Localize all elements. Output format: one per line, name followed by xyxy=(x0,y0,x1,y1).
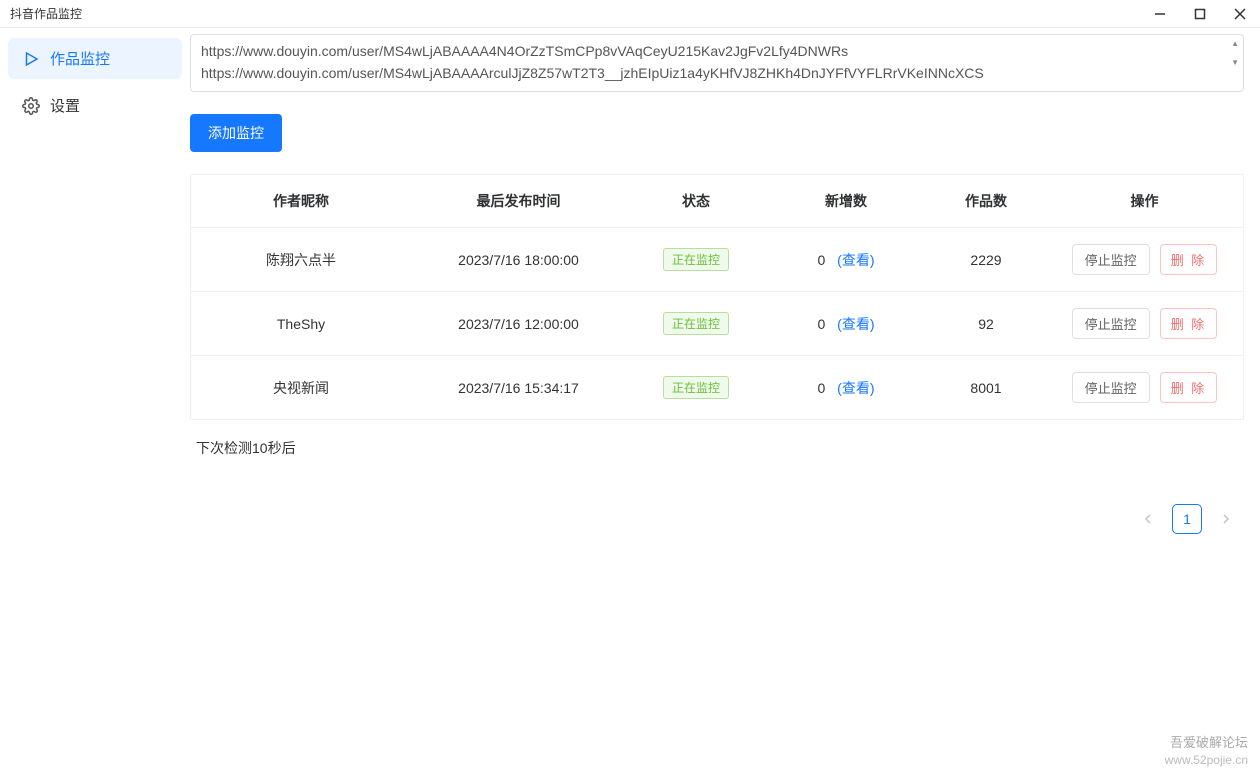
pager-page-current[interactable]: 1 xyxy=(1172,504,1202,534)
cell-status: 正在监控 xyxy=(626,292,766,355)
watermark-line1: 吾爱破解论坛 xyxy=(1165,734,1248,752)
cell-name: 陈翔六点半 xyxy=(191,228,411,291)
cell-new: 0 (查看) xyxy=(766,292,926,355)
pagination: 1 xyxy=(190,504,1244,534)
pager-prev[interactable] xyxy=(1138,511,1158,527)
cell-works: 2229 xyxy=(926,228,1046,291)
sidebar-item-monitor[interactable]: 作品监控 xyxy=(8,38,182,79)
status-badge: 正在监控 xyxy=(663,312,729,335)
cell-ops: 停止监控 删 除 xyxy=(1046,228,1243,291)
sidebar-item-settings[interactable]: 设置 xyxy=(8,85,182,126)
spinner-arrows[interactable]: ▲ ▼ xyxy=(1231,39,1239,67)
add-monitor-button[interactable]: 添加监控 xyxy=(190,114,282,152)
col-header-works: 作品数 xyxy=(926,175,1046,227)
next-check-text: 下次检测10秒后 xyxy=(190,420,1244,476)
stop-button[interactable]: 停止监控 xyxy=(1072,372,1150,403)
play-icon xyxy=(22,50,40,68)
cell-new: 0 (查看) xyxy=(766,356,926,419)
minimize-button[interactable] xyxy=(1140,0,1180,28)
gear-icon xyxy=(22,97,40,115)
chevron-up-icon[interactable]: ▲ xyxy=(1231,39,1239,48)
cell-ops: 停止监控 删 除 xyxy=(1046,356,1243,419)
delete-button[interactable]: 删 除 xyxy=(1160,308,1218,339)
watermark-line2: www.52pojie.cn xyxy=(1165,752,1248,769)
cell-works: 8001 xyxy=(926,356,1046,419)
cell-time: 2023/7/16 15:34:17 xyxy=(411,356,626,419)
url-input-container: ▲ ▼ xyxy=(190,34,1244,92)
col-header-time: 最后发布时间 xyxy=(411,175,626,227)
cell-ops: 停止监控 删 除 xyxy=(1046,292,1243,355)
col-header-name: 作者昵称 xyxy=(191,175,411,227)
sidebar-item-label: 作品监控 xyxy=(50,48,110,69)
status-badge: 正在监控 xyxy=(663,376,729,399)
col-header-status: 状态 xyxy=(626,175,766,227)
stop-button[interactable]: 停止监控 xyxy=(1072,308,1150,339)
window-title: 抖音作品监控 xyxy=(10,5,82,22)
chevron-down-icon[interactable]: ▼ xyxy=(1231,58,1239,67)
pager-next[interactable] xyxy=(1216,511,1236,527)
table-row: 陈翔六点半 2023/7/16 18:00:00 正在监控 0 (查看) 222… xyxy=(191,228,1243,292)
table-header-row: 作者昵称 最后发布时间 状态 新增数 作品数 操作 xyxy=(191,175,1243,228)
col-header-ops: 操作 xyxy=(1046,175,1243,227)
table-row: 央视新闻 2023/7/16 15:34:17 正在监控 0 (查看) 8001… xyxy=(191,356,1243,419)
cell-name: 央视新闻 xyxy=(191,356,411,419)
sidebar: 作品监控 设置 xyxy=(0,28,190,779)
view-link[interactable]: (查看) xyxy=(837,314,874,334)
titlebar: 抖音作品监控 xyxy=(0,0,1260,28)
cell-works: 92 xyxy=(926,292,1046,355)
col-header-new: 新增数 xyxy=(766,175,926,227)
watermark: 吾爱破解论坛 www.52pojie.cn xyxy=(1165,734,1248,769)
sidebar-item-label: 设置 xyxy=(50,95,80,116)
monitor-table: 作者昵称 最后发布时间 状态 新增数 作品数 操作 陈翔六点半 2023/7/1… xyxy=(190,174,1244,420)
view-link[interactable]: (查看) xyxy=(837,378,874,398)
cell-new: 0 (查看) xyxy=(766,228,926,291)
status-badge: 正在监控 xyxy=(663,248,729,271)
cell-name: TheShy xyxy=(191,292,411,355)
url-textarea[interactable] xyxy=(201,41,1213,85)
maximize-button[interactable] xyxy=(1180,0,1220,28)
window-controls xyxy=(1140,0,1260,28)
delete-button[interactable]: 删 除 xyxy=(1160,372,1218,403)
cell-status: 正在监控 xyxy=(626,356,766,419)
close-button[interactable] xyxy=(1220,0,1260,28)
cell-time: 2023/7/16 12:00:00 xyxy=(411,292,626,355)
cell-status: 正在监控 xyxy=(626,228,766,291)
cell-time: 2023/7/16 18:00:00 xyxy=(411,228,626,291)
view-link[interactable]: (查看) xyxy=(837,250,874,270)
stop-button[interactable]: 停止监控 xyxy=(1072,244,1150,275)
table-row: TheShy 2023/7/16 12:00:00 正在监控 0 (查看) 92… xyxy=(191,292,1243,356)
delete-button[interactable]: 删 除 xyxy=(1160,244,1218,275)
